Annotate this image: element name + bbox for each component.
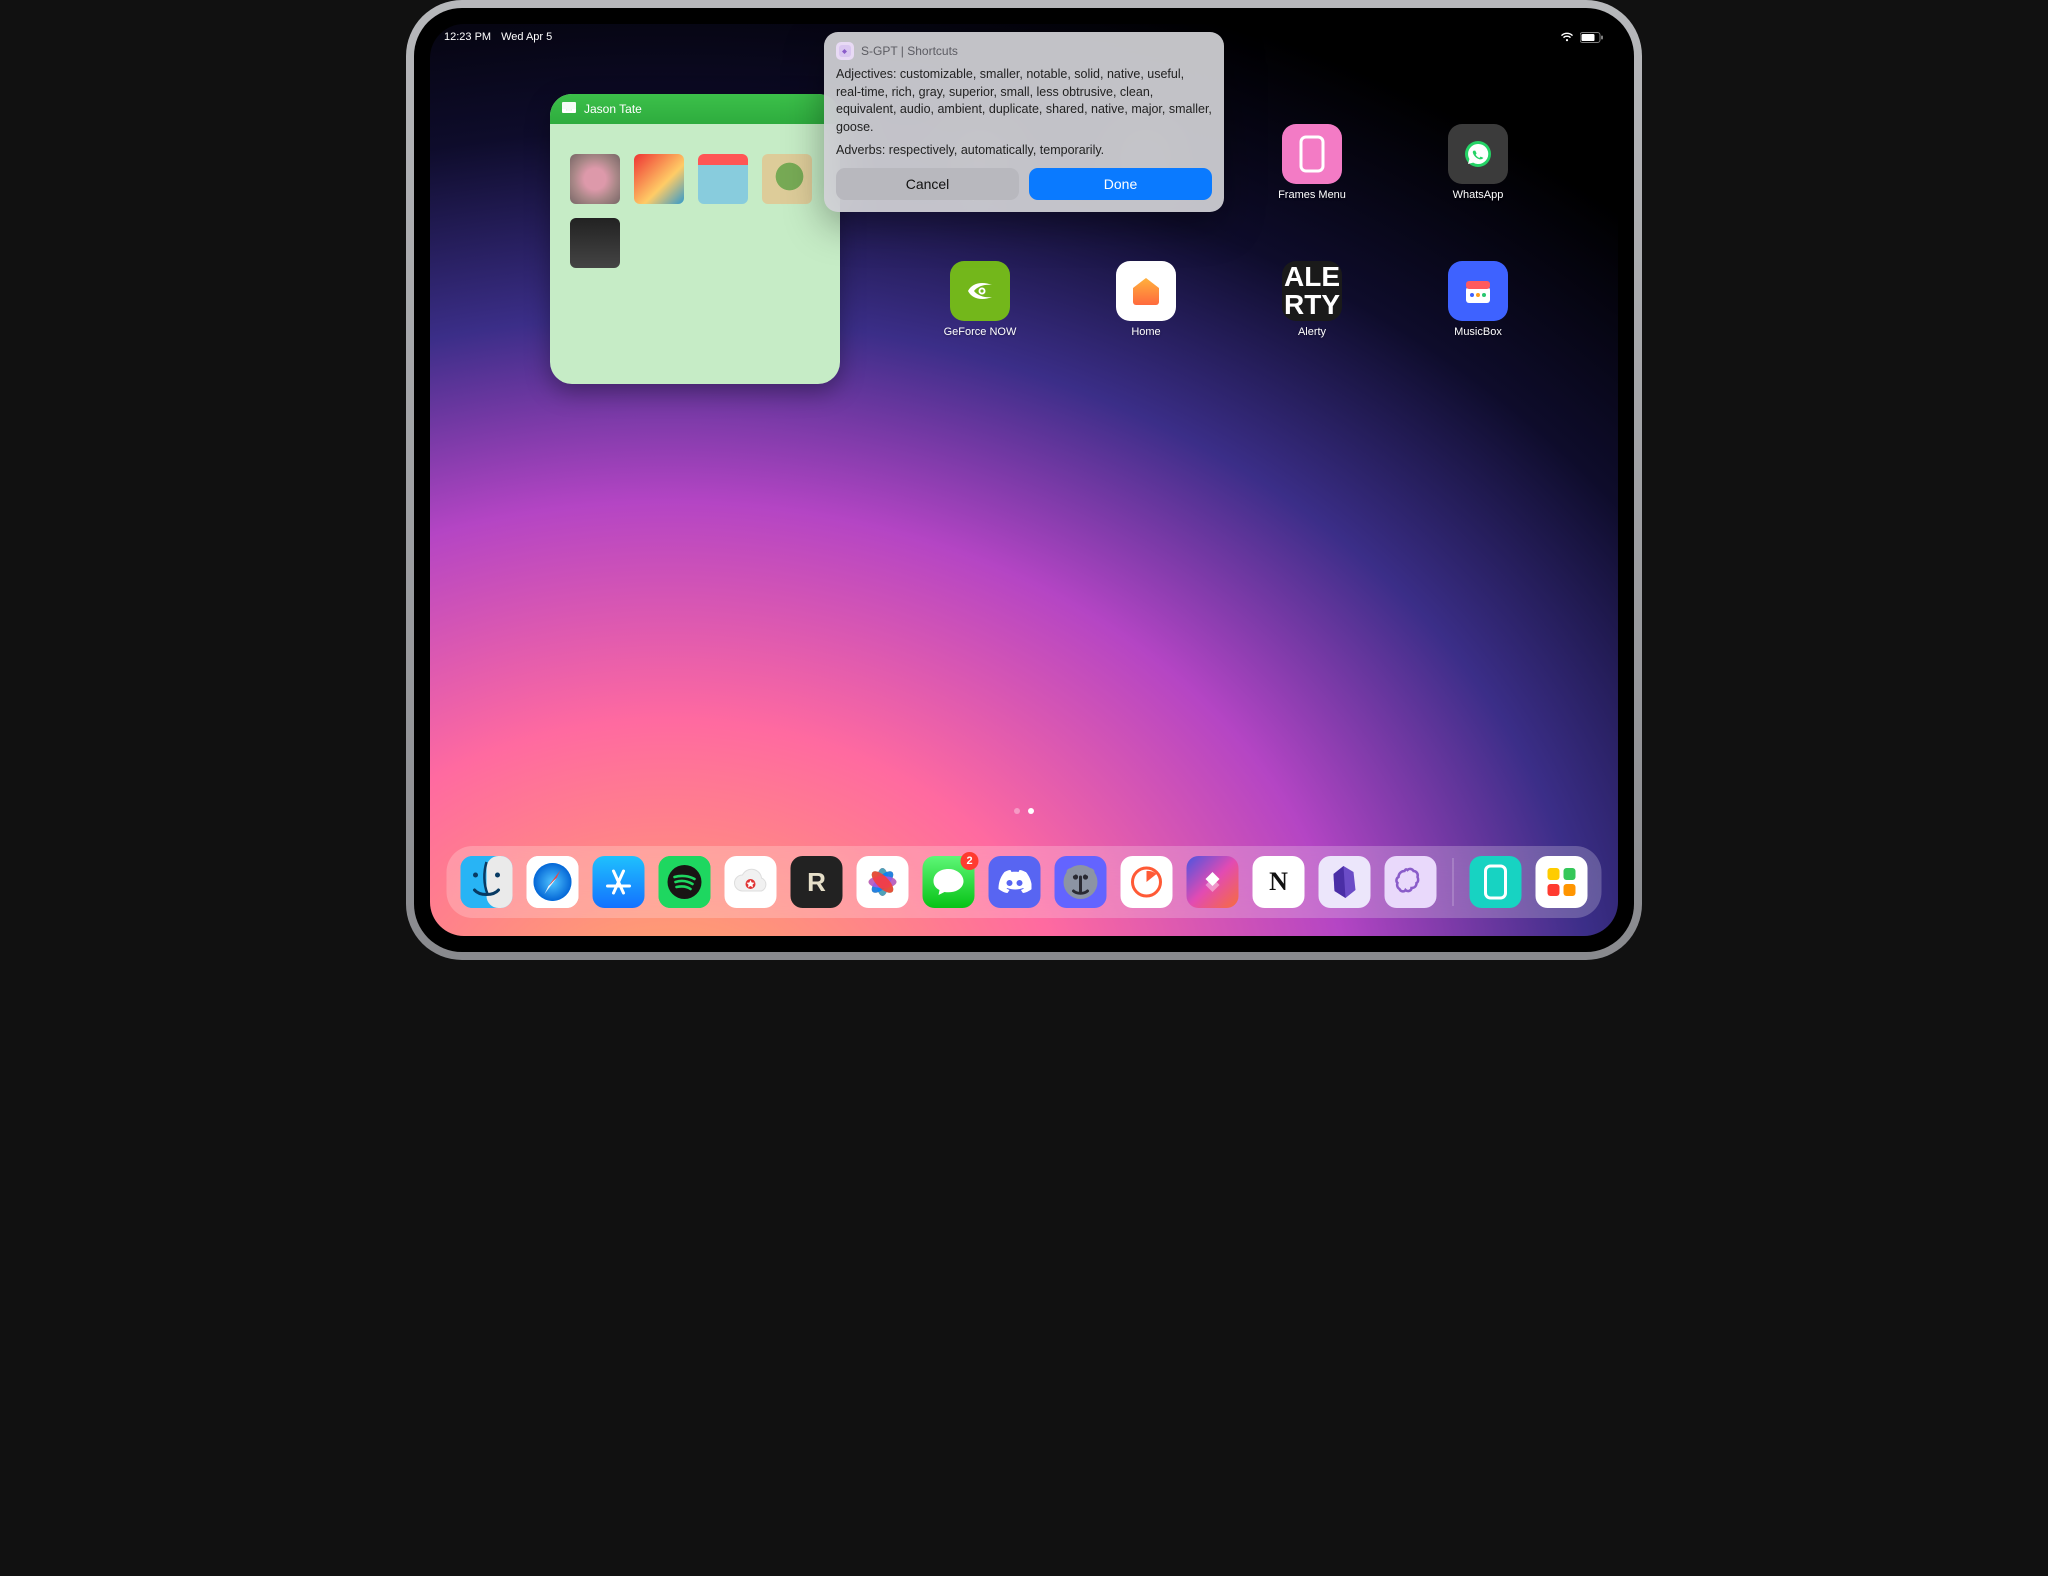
app-label: MusicBox	[1454, 326, 1502, 338]
page-dot-active	[1028, 808, 1034, 814]
alerty-icon: ALE RTY	[1282, 261, 1342, 321]
dock-app-shortcuts[interactable]	[1187, 856, 1239, 908]
widget-body	[550, 124, 840, 288]
dock-app-obsidian[interactable]	[1319, 856, 1371, 908]
whatsapp-icon	[1448, 124, 1508, 184]
app-musicbox[interactable]: MusicBox	[1398, 261, 1558, 338]
shortcuts-app-icon	[836, 42, 854, 60]
alert-source: S-GPT | Shortcuts	[861, 44, 958, 58]
alerty-line1: ALE	[1284, 263, 1340, 291]
page-indicator[interactable]	[1014, 808, 1034, 814]
inbox-icon	[562, 102, 576, 116]
dock-app-timer[interactable]	[1121, 856, 1173, 908]
app-label: WhatsApp	[1453, 189, 1504, 201]
app-label: Alerty	[1298, 326, 1326, 338]
status-date: Wed Apr 5	[501, 31, 552, 43]
dock-app-mastodon[interactable]	[1055, 856, 1107, 908]
dock-app-spotify[interactable]	[659, 856, 711, 908]
battery-icon	[1580, 32, 1604, 43]
dock-app-multitasking[interactable]	[1536, 856, 1588, 908]
messages-badge: 2	[961, 852, 979, 870]
dock-separator	[1453, 858, 1454, 906]
album-thumb[interactable]	[762, 154, 812, 204]
app-alerty[interactable]: ALE RTY Alerty	[1232, 261, 1392, 338]
home-icon	[1116, 261, 1176, 321]
app-geforce-now[interactable]: GeForce NOW	[900, 261, 1060, 338]
alert-body-adjectives: Adjectives: customizable, smaller, notab…	[836, 66, 1212, 136]
app-label: Frames Menu	[1278, 189, 1346, 201]
album-thumb[interactable]	[634, 154, 684, 204]
cancel-button[interactable]: Cancel	[836, 168, 1019, 200]
dock-app-photos[interactable]	[857, 856, 909, 908]
dock-app-appstore[interactable]	[593, 856, 645, 908]
ipad-frame: 12:23 PM Wed Apr 5	[406, 0, 1642, 960]
app-label: Home	[1131, 326, 1160, 338]
dock-app-reeder[interactable]: R	[791, 856, 843, 908]
device-inner: 12:23 PM Wed Apr 5	[414, 8, 1634, 952]
dock-app-notion[interactable]: N	[1253, 856, 1305, 908]
alerty-line2: RTY	[1284, 291, 1340, 319]
shortcuts-alert: S-GPT | Shortcuts Adjectives: customizab…	[824, 32, 1224, 212]
app-label: GeForce NOW	[944, 326, 1017, 338]
app-whatsapp[interactable]: WhatsApp	[1398, 124, 1558, 201]
dock-app-brain[interactable]	[1385, 856, 1437, 908]
page-dot	[1014, 808, 1020, 814]
geforce-icon	[950, 261, 1010, 321]
album-thumb[interactable]	[570, 218, 620, 268]
album-thumb[interactable]	[570, 154, 620, 204]
album-thumb[interactable]	[698, 154, 748, 204]
widget-title: Jason Tate	[584, 102, 642, 116]
app-home[interactable]: Home	[1066, 261, 1226, 338]
dock-app-discord[interactable]	[989, 856, 1041, 908]
alert-body-adverbs: Adverbs: respectively, automatically, te…	[836, 142, 1212, 160]
dock-app-frames[interactable]	[1470, 856, 1522, 908]
dock-app-safari[interactable]	[527, 856, 579, 908]
musicbox-icon	[1448, 261, 1508, 321]
screen: 12:23 PM Wed Apr 5	[430, 24, 1618, 936]
music-widget[interactable]: Jason Tate	[550, 94, 840, 384]
widget-header: Jason Tate	[550, 94, 840, 124]
dock-app-files[interactable]	[461, 856, 513, 908]
done-button[interactable]: Done	[1029, 168, 1212, 200]
app-frames-menu[interactable]: Frames Menu	[1232, 124, 1392, 201]
dock: R 2 N	[447, 846, 1602, 918]
dock-app-cloud[interactable]	[725, 856, 777, 908]
status-time: 12:23 PM	[444, 31, 491, 43]
wifi-icon	[1560, 32, 1574, 42]
dock-app-messages[interactable]: 2	[923, 856, 975, 908]
frames-icon	[1282, 124, 1342, 184]
